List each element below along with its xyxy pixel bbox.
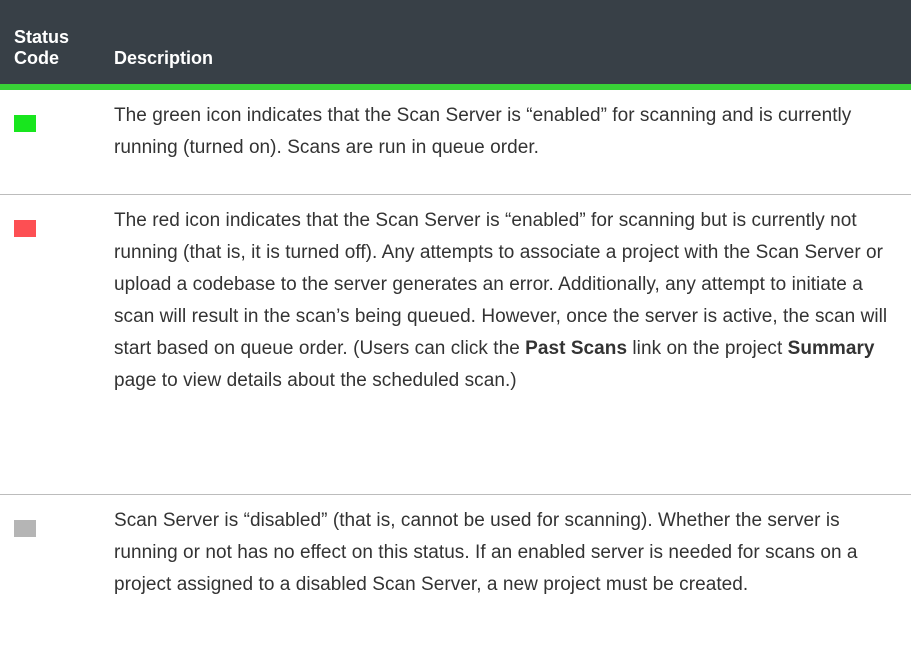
past-scans-term: Past Scans bbox=[525, 338, 628, 359]
status-icon-cell bbox=[0, 495, 114, 615]
status-description: The green icon indicates that the Scan S… bbox=[114, 105, 852, 158]
table-row: The red icon indicates that the Scan Ser… bbox=[0, 195, 911, 495]
summary-term: Summary bbox=[787, 338, 875, 359]
table-row: The green icon indicates that the Scan S… bbox=[0, 90, 911, 195]
description-text: link on the project bbox=[627, 338, 788, 359]
status-icon-cell bbox=[0, 90, 114, 194]
red-status-icon bbox=[14, 220, 36, 237]
status-code-header: Status Code bbox=[0, 27, 114, 69]
status-icon-cell bbox=[0, 195, 114, 494]
status-code-table: Status Code Description The green icon in… bbox=[0, 0, 911, 615]
green-status-icon bbox=[14, 115, 36, 132]
description-text: The red icon indicates that the Scan Ser… bbox=[114, 210, 888, 359]
status-description: Scan Server is “disabled” (that is, cann… bbox=[114, 510, 858, 595]
description-text: page to view details about the scheduled… bbox=[114, 370, 517, 391]
grey-status-icon bbox=[14, 520, 36, 537]
description-header: Description bbox=[114, 48, 214, 68]
status-code-header-label: Status Code bbox=[14, 27, 70, 68]
table-header: Status Code Description bbox=[0, 0, 911, 90]
table-row: Scan Server is “disabled” (that is, cann… bbox=[0, 495, 911, 615]
status-description: The red icon indicates that the Scan Ser… bbox=[114, 195, 894, 494]
